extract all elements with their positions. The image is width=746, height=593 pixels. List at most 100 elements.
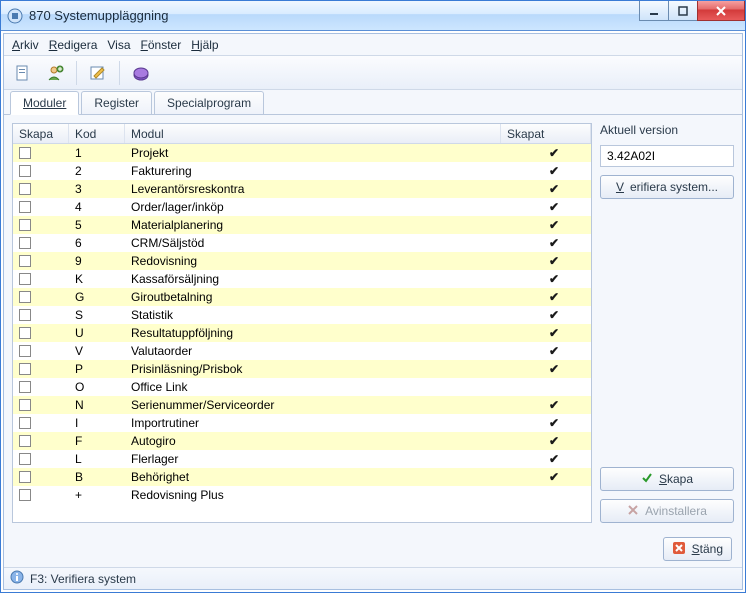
row-checkbox[interactable] xyxy=(19,381,31,393)
table-row[interactable]: 1Projekt✔ xyxy=(13,144,591,162)
table-row[interactable]: 2Fakturering ✔ xyxy=(13,162,591,180)
tool-help-icon[interactable] xyxy=(128,60,154,86)
cell-skapat: ✔ xyxy=(517,180,591,198)
row-checkbox[interactable] xyxy=(19,489,31,501)
menu-redigera[interactable]: Redigera xyxy=(49,38,98,52)
row-checkbox[interactable] xyxy=(19,273,31,285)
cell-skapat: ✔ xyxy=(517,324,591,342)
window-buttons xyxy=(640,1,745,30)
cell-skapat xyxy=(517,486,591,504)
version-label: Aktuell version xyxy=(600,123,734,137)
table-row[interactable]: 6CRM/Säljstöd✔ xyxy=(13,234,591,252)
check-icon: ✔ xyxy=(549,308,559,322)
maximize-button[interactable] xyxy=(668,1,698,21)
row-checkbox[interactable] xyxy=(19,363,31,375)
cell-skapat: ✔ xyxy=(517,288,591,306)
tool-new-document-icon[interactable] xyxy=(10,60,36,86)
cell-modul: Autogiro xyxy=(125,432,517,450)
table-row[interactable]: UResultatuppföljning✔ xyxy=(13,324,591,342)
cell-modul: Giroutbetalning xyxy=(125,288,517,306)
menu-arkiv[interactable]: Arkiv xyxy=(12,38,39,52)
row-checkbox[interactable] xyxy=(19,471,31,483)
check-icon: ✔ xyxy=(549,452,559,466)
table-row[interactable]: 9Redovisning✔ xyxy=(13,252,591,270)
table-row[interactable]: VValutaorder✔ xyxy=(13,342,591,360)
check-icon: ✔ xyxy=(549,182,559,196)
tab-register[interactable]: Register xyxy=(81,91,152,114)
row-checkbox[interactable] xyxy=(19,435,31,447)
row-checkbox[interactable] xyxy=(19,327,31,339)
table-row[interactable]: BBehörighet✔ xyxy=(13,468,591,486)
row-checkbox[interactable] xyxy=(19,201,31,213)
menu-fonster[interactable]: Fönster xyxy=(141,38,182,52)
table-row[interactable]: OOffice Link xyxy=(13,378,591,396)
table-row[interactable]: 3Leverantörsreskontra✔ xyxy=(13,180,591,198)
check-icon: ✔ xyxy=(549,272,559,286)
col-header-skapa[interactable]: Skapa xyxy=(13,124,69,143)
col-header-kod[interactable]: Kod xyxy=(69,124,125,143)
module-grid: Skapa Kod Modul Skapat 1Projekt✔2Fakture… xyxy=(12,123,592,523)
table-row[interactable]: LFlerlager✔ xyxy=(13,450,591,468)
row-checkbox[interactable] xyxy=(19,147,31,159)
cell-modul: Fakturering xyxy=(125,162,517,180)
cell-kod: 2 xyxy=(69,162,125,180)
table-row[interactable]: GGiroutbetalning✔ xyxy=(13,288,591,306)
close-dialog-button[interactable]: Stäng xyxy=(663,537,732,561)
close-button[interactable] xyxy=(697,1,745,21)
row-checkbox[interactable] xyxy=(19,453,31,465)
cell-modul: Materialplanering xyxy=(125,216,517,234)
menu-hjalp[interactable]: Hjälp xyxy=(191,38,218,52)
check-icon xyxy=(641,472,653,487)
check-icon: ✔ xyxy=(549,164,559,178)
verify-system-button[interactable]: Verifiera system... xyxy=(600,175,734,199)
minimize-button[interactable] xyxy=(639,1,669,21)
tab-moduler[interactable]: Moduler xyxy=(10,91,79,115)
table-row[interactable]: IImportrutiner✔ xyxy=(13,414,591,432)
row-checkbox[interactable] xyxy=(19,219,31,231)
row-checkbox[interactable] xyxy=(19,291,31,303)
row-checkbox[interactable] xyxy=(19,345,31,357)
row-checkbox[interactable] xyxy=(19,399,31,411)
tool-edit-icon[interactable] xyxy=(85,60,111,86)
titlebar: 870 Systemuppläggning xyxy=(1,1,745,31)
grid-body[interactable]: 1Projekt✔2Fakturering✔3Leverantörsreskon… xyxy=(13,144,591,522)
table-row[interactable]: PPrisinläsning/Prisbok✔ xyxy=(13,360,591,378)
row-checkbox[interactable] xyxy=(19,165,31,177)
cell-modul: Projekt xyxy=(125,144,517,162)
table-row[interactable]: NSerienummer/Serviceorder✔ xyxy=(13,396,591,414)
table-row[interactable]: KKassaförsäljning✔ xyxy=(13,270,591,288)
cell-kod: 6 xyxy=(69,234,125,252)
check-icon: ✔ xyxy=(549,200,559,214)
cell-kod: B xyxy=(69,468,125,486)
menu-visa[interactable]: Visa xyxy=(107,38,130,52)
table-row[interactable]: 4Order/lager/inköp✔ xyxy=(13,198,591,216)
cell-modul: Office Link xyxy=(125,378,517,396)
toolbar xyxy=(4,56,742,90)
row-checkbox[interactable] xyxy=(19,255,31,267)
cell-kod: S xyxy=(69,306,125,324)
table-row[interactable]: FAutogiro✔ xyxy=(13,432,591,450)
check-icon: ✔ xyxy=(549,326,559,340)
cell-kod: 9 xyxy=(69,252,125,270)
cell-kod: N xyxy=(69,396,125,414)
row-checkbox[interactable] xyxy=(19,417,31,429)
col-header-modul[interactable]: Modul xyxy=(125,124,501,143)
row-checkbox[interactable] xyxy=(19,309,31,321)
table-row[interactable]: SStatistik✔ xyxy=(13,306,591,324)
cell-skapat: ✔ xyxy=(517,396,591,414)
cell-skapat: ✔ xyxy=(517,198,591,216)
cell-kod: G xyxy=(69,288,125,306)
statusbar: F3: Verifiera system xyxy=(4,567,742,589)
cell-kod: O xyxy=(69,378,125,396)
side-panel: Aktuell version 3.42A02I Verifiera syste… xyxy=(600,123,734,523)
check-icon: ✔ xyxy=(549,146,559,160)
client-area: Arkiv Redigera Visa Fönster Hjälp Module… xyxy=(3,33,743,590)
table-row[interactable]: +Redovisning Plus xyxy=(13,486,591,504)
tab-specialprogram[interactable]: Specialprogram xyxy=(154,91,264,114)
row-checkbox[interactable] xyxy=(19,183,31,195)
col-header-skapat[interactable]: Skapat xyxy=(501,124,591,143)
tool-add-user-icon[interactable] xyxy=(42,60,68,86)
row-checkbox[interactable] xyxy=(19,237,31,249)
skapa-button[interactable]: Skapa xyxy=(600,467,734,491)
table-row[interactable]: 5Materialplanering✔ xyxy=(13,216,591,234)
